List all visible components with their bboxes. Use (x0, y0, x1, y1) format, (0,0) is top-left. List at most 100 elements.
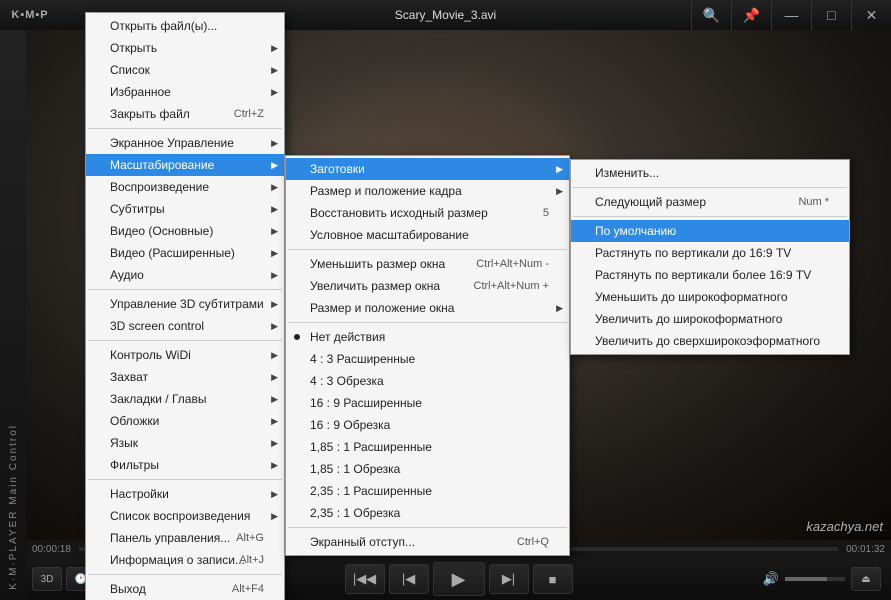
menu-item-label: Экранный отступ... (310, 535, 415, 549)
menu-item[interactable]: Открыть файл(ы)... (86, 15, 284, 37)
menu-item[interactable]: Воспроизведение▶ (86, 176, 284, 198)
menu-item-label: Изменить... (595, 166, 659, 180)
menu-item-shortcut: Num * (798, 196, 829, 208)
menu-item[interactable]: Нет действия (286, 326, 569, 348)
menu-item[interactable]: 4 : 3 Расширенные (286, 348, 569, 370)
menu-item[interactable]: Язык▶ (86, 432, 284, 454)
menu-item-label: Управление 3D субтитрами (110, 297, 264, 311)
menu-item[interactable]: Контроль WiDi▶ (86, 344, 284, 366)
submenu-arrow-icon: ▶ (271, 350, 278, 361)
play-button[interactable]: ▶ (433, 562, 485, 596)
menu-item[interactable]: Экранное Управление▶ (86, 132, 284, 154)
context-menu-zoom[interactable]: Заготовки▶Размер и положение кадра▶Восст… (285, 155, 570, 556)
menu-item[interactable]: Увеличить до сверхширокоэформатного (571, 330, 849, 352)
menu-item[interactable]: Видео (Расширенные)▶ (86, 242, 284, 264)
submenu-arrow-icon: ▶ (271, 460, 278, 471)
menu-item[interactable]: 3D screen control▶ (86, 315, 284, 337)
menu-item[interactable]: Размер и положение окна▶ (286, 297, 569, 319)
menu-item[interactable]: Экранный отступ...Ctrl+Q (286, 531, 569, 553)
menu-item[interactable]: 2,35 : 1 Обрезка (286, 502, 569, 524)
prev-chapter-button[interactable]: |◀◀ (345, 564, 385, 594)
menu-item[interactable]: Панель управления...Alt+G (86, 527, 284, 549)
menu-item[interactable]: Субтитры▶ (86, 198, 284, 220)
menu-item-label: Закладки / Главы (110, 392, 206, 406)
menu-item[interactable]: Информация о записи...Alt+J (86, 549, 284, 571)
menu-item-label: Аудио (110, 268, 144, 282)
menu-item-label: Уменьшить до широкоформатного (595, 290, 788, 304)
menu-item[interactable]: Заготовки▶ (286, 158, 569, 180)
badge-3d[interactable]: 3D (32, 567, 62, 591)
submenu-arrow-icon: ▶ (556, 164, 563, 175)
menu-separator (88, 340, 282, 341)
menu-item[interactable]: Размер и положение кадра▶ (286, 180, 569, 202)
menu-item[interactable]: Список▶ (86, 59, 284, 81)
menu-item[interactable]: Изменить... (571, 162, 849, 184)
menu-item[interactable]: Уменьшить размер окнаCtrl+Alt+Num - (286, 253, 569, 275)
menu-item[interactable]: Уменьшить до широкоформатного (571, 286, 849, 308)
menu-item[interactable]: Растянуть по вертикали до 16:9 TV (571, 242, 849, 264)
window-title: Scary_Movie_3.avi (395, 8, 496, 22)
menu-item[interactable]: 1,85 : 1 Расширенные (286, 436, 569, 458)
menu-item[interactable]: 16 : 9 Обрезка (286, 414, 569, 436)
minimize-button[interactable]: — (771, 0, 811, 30)
maximize-button[interactable]: □ (811, 0, 851, 30)
menu-item[interactable]: 1,85 : 1 Обрезка (286, 458, 569, 480)
menu-item[interactable]: Захват▶ (86, 366, 284, 388)
menu-item[interactable]: Увеличить размер окнаCtrl+Alt+Num + (286, 275, 569, 297)
menu-item[interactable]: Настройки▶ (86, 483, 284, 505)
submenu-arrow-icon: ▶ (271, 372, 278, 383)
menu-item[interactable]: 4 : 3 Обрезка (286, 370, 569, 392)
menu-item[interactable]: Фильтры▶ (86, 454, 284, 476)
submenu-arrow-icon: ▶ (271, 160, 278, 171)
eject-button[interactable]: ⏏ (851, 567, 881, 591)
volume-icon[interactable]: 🔊 (763, 571, 779, 587)
menu-item[interactable]: 16 : 9 Расширенные (286, 392, 569, 414)
menu-separator (88, 574, 282, 575)
menu-item[interactable]: Список воспроизведения▶ (86, 505, 284, 527)
menu-item[interactable]: Видео (Основные)▶ (86, 220, 284, 242)
menu-item-label: Обложки (110, 414, 159, 428)
menu-item[interactable]: Открыть▶ (86, 37, 284, 59)
menu-item[interactable]: Увеличить до широкоформатного (571, 308, 849, 330)
stop-button[interactable]: ■ (533, 564, 573, 594)
menu-item[interactable]: Восстановить исходный размер5 (286, 202, 569, 224)
menu-separator (288, 322, 567, 323)
menu-item-label: Уменьшить размер окна (310, 257, 445, 271)
menu-separator (573, 187, 847, 188)
menu-item[interactable]: Растянуть по вертикали более 16:9 TV (571, 264, 849, 286)
context-menu-presets[interactable]: Изменить... Следующий размерNum * По умолч… (570, 159, 850, 355)
menu-item-label: Список воспроизведения (110, 509, 250, 523)
menu-item-label: Открыть (110, 41, 157, 55)
menu-item[interactable]: Закладки / Главы▶ (86, 388, 284, 410)
menu-item-label: 3D screen control (110, 319, 204, 333)
submenu-arrow-icon: ▶ (271, 489, 278, 500)
menu-item[interactable]: Избранное▶ (86, 81, 284, 103)
search-icon[interactable]: 🔍 (691, 0, 731, 30)
menu-separator (88, 289, 282, 290)
menu-item[interactable]: ВыходAlt+F4 (86, 578, 284, 600)
menu-item[interactable]: Управление 3D субтитрами▶ (86, 293, 284, 315)
pin-icon[interactable]: 📌 (731, 0, 771, 30)
menu-item[interactable]: Закрыть файлCtrl+Z (86, 103, 284, 125)
menu-item[interactable]: Следующий размерNum * (571, 191, 849, 213)
submenu-arrow-icon: ▶ (271, 182, 278, 193)
menu-item[interactable]: Обложки▶ (86, 410, 284, 432)
context-menu-main[interactable]: Открыть файл(ы)...Открыть▶Список▶Избранн… (85, 12, 285, 600)
prev-button[interactable]: |◀ (389, 564, 429, 594)
menu-item-label: Нет действия (310, 330, 385, 344)
menu-item-label: Масштабирование (110, 158, 214, 172)
menu-item-label: 4 : 3 Расширенные (310, 352, 415, 366)
menu-item-label: Открыть файл(ы)... (110, 19, 217, 33)
menu-item-label: Условное масштабирование (310, 228, 469, 242)
menu-item[interactable]: Условное масштабирование (286, 224, 569, 246)
menu-item[interactable]: По умолчанию (571, 220, 849, 242)
close-button[interactable]: ✕ (851, 0, 891, 30)
time-current: 00:00:18 (32, 544, 71, 555)
volume-slider[interactable] (785, 577, 845, 581)
menu-item[interactable]: Аудио▶ (86, 264, 284, 286)
menu-item-shortcut: Alt+J (239, 554, 264, 566)
menu-item[interactable]: 2,35 : 1 Расширенные (286, 480, 569, 502)
menu-item[interactable]: Масштабирование ▶ (86, 154, 284, 176)
next-button[interactable]: ▶| (489, 564, 529, 594)
menu-item-label: 1,85 : 1 Обрезка (310, 462, 400, 476)
